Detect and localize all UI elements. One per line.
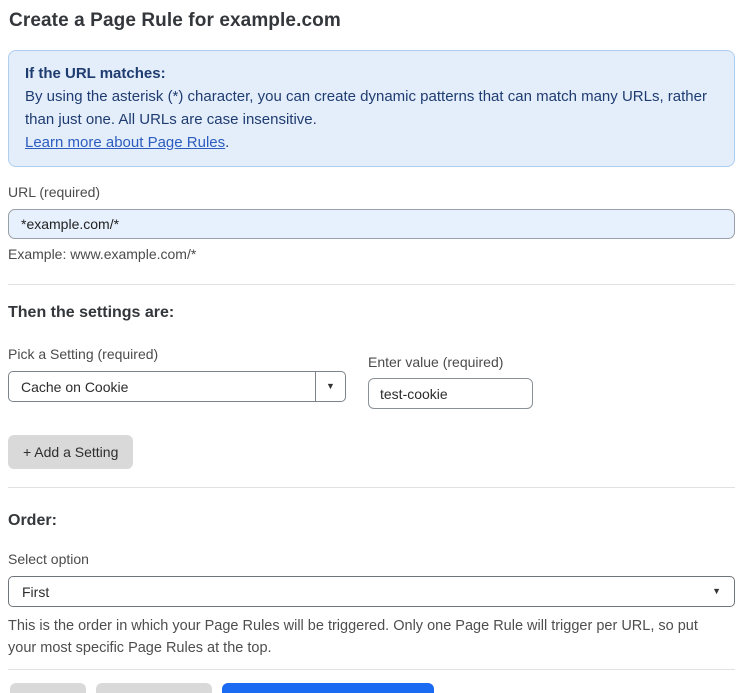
link-suffix: . <box>225 134 230 151</box>
setting-picker-column: Pick a Setting (required) Cache on Cooki… <box>8 346 368 409</box>
add-setting-button[interactable]: + Add a Setting <box>8 435 134 469</box>
url-label: URL (required) <box>8 184 101 200</box>
setting-label: Pick a Setting (required) <box>8 346 159 362</box>
setting-value-column: Enter value (required) <box>368 354 533 409</box>
settings-heading: Then the settings are: <box>8 304 175 321</box>
value-label: Enter value (required) <box>368 354 504 370</box>
cancel-button[interactable]: Cancel <box>10 683 86 693</box>
chevron-down-icon: ▼ <box>712 586 721 596</box>
order-select-label: Select option <box>8 551 89 567</box>
setting-select[interactable]: Cache on Cookie ▼ <box>8 371 346 402</box>
order-select-value: First <box>22 583 50 600</box>
order-help-text: This is the order in which your Page Rul… <box>8 618 698 656</box>
footer-button-row: Cancel Save as Draft Save and Deploy Pag… <box>10 683 735 693</box>
chevron-down-icon: ▼ <box>326 381 335 391</box>
settings-row: Pick a Setting (required) Cache on Cooki… <box>8 346 735 409</box>
divider <box>8 669 735 670</box>
divider <box>8 284 735 285</box>
url-input[interactable] <box>8 209 735 239</box>
url-example-hint: Example: www.example.com/* <box>8 246 197 262</box>
page-rule-form: Create a Page Rule for example.com If th… <box>0 0 750 693</box>
save-and-deploy-button[interactable]: Save and Deploy Page Rule <box>222 683 435 693</box>
url-match-info-box: If the URL matches: By using the asteris… <box>8 50 735 167</box>
order-heading: Order: <box>8 512 57 529</box>
page-title: Create a Page Rule for example.com <box>9 10 341 31</box>
learn-more-link[interactable]: Learn more about Page Rules <box>25 134 225 151</box>
info-box-heading: If the URL matches: <box>25 65 166 82</box>
save-as-draft-button[interactable]: Save as Draft <box>95 683 213 693</box>
order-select[interactable]: First ▼ <box>8 576 735 607</box>
info-box-link-line: Learn more about Page Rules. <box>25 131 718 154</box>
info-box-body: By using the asterisk (*) character, you… <box>25 88 707 128</box>
divider <box>8 487 735 488</box>
setting-select-arrow-button[interactable]: ▼ <box>315 372 345 401</box>
setting-value-input[interactable] <box>368 378 533 409</box>
setting-select-value: Cache on Cookie <box>21 378 129 395</box>
